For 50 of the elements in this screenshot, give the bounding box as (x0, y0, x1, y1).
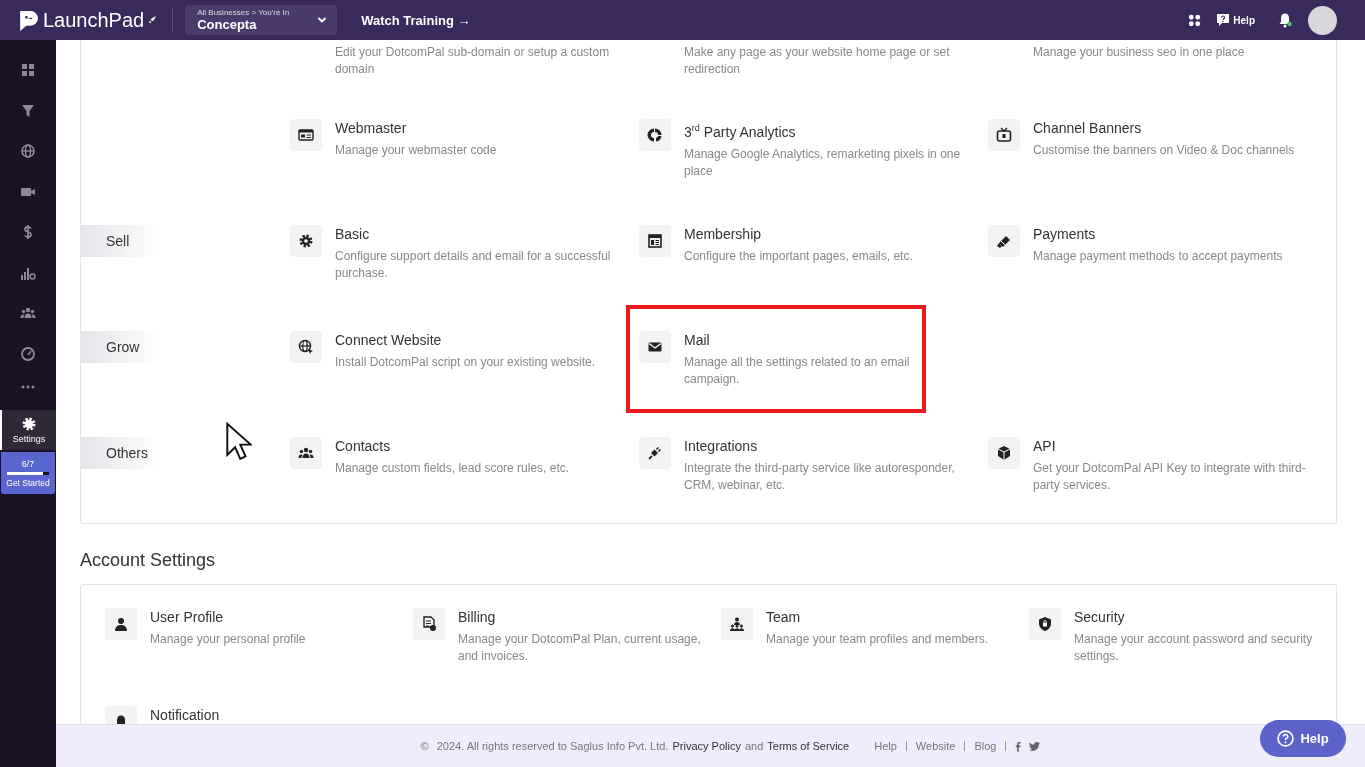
footer-text: and (744, 740, 764, 752)
terms-link[interactable]: Terms of Service (767, 740, 850, 752)
logo-text[interactable]: LaunchPad (43, 8, 145, 32)
setting-description: Manage your personal profile (150, 631, 306, 648)
setting-description: Manage your webmaster code (335, 142, 497, 159)
setting-description: Manage payment methods to accept payments (1033, 248, 1283, 265)
setting-link[interactable]: Notification (150, 706, 220, 724)
setting-description: Manage custom fields, lead score rules, etc. (335, 460, 570, 477)
setting-description: Edit your DotcomPal sub-domain or setup a custom domain (335, 44, 611, 78)
copyright-text: 2024. All rights reserved to Saglus Info Pvt. Ltd. (436, 740, 669, 752)
setting-description: Configure support details and email for a successful purchase. (335, 248, 612, 282)
setting-link[interactable]: Payments (1033, 225, 1096, 243)
setting-link[interactable]: Contacts (335, 437, 391, 455)
setting-description: Manage your account password and security settings. (1074, 631, 1314, 665)
setting-description: Get your DotcomPal API Key to integrate with third-party services. (1033, 460, 1307, 494)
setting-description: Integrate the third-party service like autoresponder, CRM, webinar, etc. (684, 460, 956, 494)
setting-link[interactable]: Membership (684, 225, 762, 243)
setting-link[interactable]: Security (1074, 608, 1125, 626)
help-button[interactable]: Help (1260, 720, 1346, 757)
setting-link[interactable]: Team (766, 608, 801, 626)
setting-description: Customise the banners on Video & Doc channels (1033, 142, 1295, 159)
section-heading: Account Settings (80, 550, 217, 571)
watch-training-link[interactable]: Watch Training → (361, 12, 471, 28)
setting-link[interactable]: Connect Website (335, 331, 442, 349)
setting-link[interactable]: Basic (335, 225, 370, 243)
setting-link[interactable]: 3$^{rd}$ Party Analytics (684, 119, 796, 141)
setting-link[interactable]: Integrations (684, 437, 758, 455)
setting-description: Manage your business seo in one place (1033, 44, 1245, 61)
footer-link[interactable]: Blog (965, 741, 1007, 751)
help-link[interactable]: Help (1216, 13, 1255, 27)
setting-description: Make any page as your website home page or set redirection (684, 44, 951, 78)
setting-description: Manage all the settings related to an email campaign. (684, 354, 911, 388)
setting-description: Install DotcomPal script on your existing website. (335, 354, 596, 371)
business-selector[interactable]: All Businesses > You're In Concepta (185, 5, 338, 35)
copyright-symbol: © (420, 740, 429, 752)
footer-link[interactable]: Website (906, 741, 966, 751)
setting-description: Configure the important pages, emails, etc. (684, 248, 913, 265)
setting-link[interactable]: Webmaster (335, 119, 407, 137)
setting-link[interactable]: User Profile (150, 608, 224, 626)
setting-link[interactable]: API (1033, 437, 1056, 455)
privacy-policy-link[interactable]: Privacy Policy (672, 740, 741, 752)
setting-description: Manage your DotcomPal Plan, current usage, and invoices. (458, 631, 702, 665)
setting-description: Manage your team profiles and members. (766, 631, 989, 648)
setting-link[interactable]: Mail (684, 331, 710, 349)
setting-link[interactable]: Billing (458, 608, 496, 626)
sidebar-item[interactable]: Settings (0, 410, 56, 450)
setting-description: Manage Google Analytics, remarketing pixels in one place (684, 145, 962, 180)
get-started-button[interactable]: 6/7 Get Started (1, 452, 55, 494)
footer-link[interactable]: Help (865, 741, 907, 751)
setting-link[interactable]: Channel Banners (1033, 119, 1142, 137)
